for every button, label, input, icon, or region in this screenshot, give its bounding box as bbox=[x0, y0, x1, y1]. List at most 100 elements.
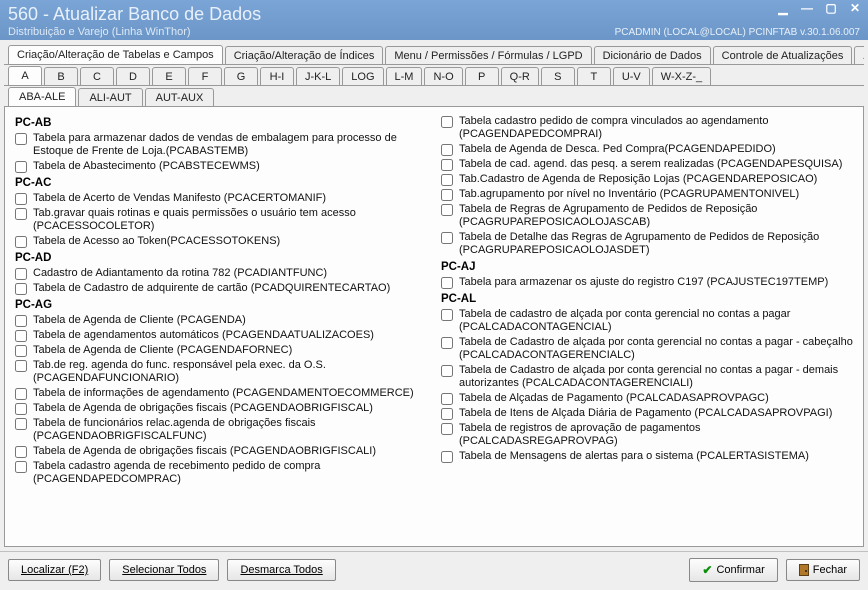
option-label[interactable]: Tabela para armazenar dados de vendas de… bbox=[33, 132, 427, 158]
desmarca-todos-button[interactable]: Desmarca Todos bbox=[227, 559, 335, 581]
option-checkbox[interactable] bbox=[441, 365, 453, 377]
option-checkbox[interactable] bbox=[441, 189, 453, 201]
option-checkbox[interactable] bbox=[15, 330, 27, 342]
option-label[interactable]: Tabela de Abastecimento (PCABSTECEWMS) bbox=[33, 160, 260, 173]
option-label[interactable]: Tab.de reg. agenda do func. responsável … bbox=[33, 359, 427, 385]
option-label[interactable]: Tabela de Detalhe das Regras de Agrupame… bbox=[459, 231, 853, 257]
alpha-tab[interactable]: U-V bbox=[613, 67, 650, 86]
sub-tab[interactable]: ABA-ALE bbox=[8, 87, 76, 107]
sub-tab[interactable]: ALI-AUT bbox=[78, 88, 142, 107]
main-tab[interactable]: Controle de Atualizações bbox=[713, 46, 853, 65]
option-label[interactable]: Tabela para armazenar os ajuste do regis… bbox=[459, 276, 828, 289]
option-checkbox[interactable] bbox=[15, 133, 27, 145]
option-checkbox[interactable] bbox=[441, 116, 453, 128]
alpha-tab[interactable]: N-O bbox=[424, 67, 462, 86]
option-label[interactable]: Tabela de Itens de Alçada Diária de Paga… bbox=[459, 407, 832, 420]
option-checkbox[interactable] bbox=[15, 283, 27, 295]
option-checkbox[interactable] bbox=[15, 193, 27, 205]
alpha-tab[interactable]: Q-R bbox=[501, 67, 539, 86]
option-checkbox[interactable] bbox=[15, 315, 27, 327]
fechar-label: Fechar bbox=[813, 564, 847, 576]
fechar-button[interactable]: Fechar bbox=[786, 559, 860, 581]
option-label[interactable]: Tabela de Cadastro de alçada por conta g… bbox=[459, 336, 853, 362]
option-checkbox[interactable] bbox=[441, 423, 453, 435]
option-label[interactable]: Tabela de Agenda de Cliente (PCAGENDA) bbox=[33, 314, 246, 327]
option-checkbox[interactable] bbox=[441, 393, 453, 405]
option-label[interactable]: Tab.gravar quais rotinas e quais permiss… bbox=[33, 207, 427, 233]
option-checkbox[interactable] bbox=[15, 161, 27, 173]
table-option-row: Tabela de Cadastro de alçada por conta g… bbox=[441, 336, 853, 362]
option-label[interactable]: Tabela de Acesso ao Token(PCACESSOTOKENS… bbox=[33, 235, 280, 248]
option-label[interactable]: Tabela de Agenda de obrigações fiscais (… bbox=[33, 402, 373, 415]
option-checkbox[interactable] bbox=[441, 204, 453, 216]
option-label[interactable]: Tabela de funcionários relac.agenda de o… bbox=[33, 417, 427, 443]
option-label[interactable]: Tab.Cadastro de Agenda de Reposição Loja… bbox=[459, 173, 817, 186]
option-checkbox[interactable] bbox=[15, 461, 27, 473]
option-checkbox[interactable] bbox=[15, 345, 27, 357]
option-label[interactable]: Cadastro de Adiantamento da rotina 782 (… bbox=[33, 267, 327, 280]
alpha-tab[interactable]: J-K-L bbox=[296, 67, 340, 86]
option-checkbox[interactable] bbox=[441, 232, 453, 244]
selecionar-todos-button[interactable]: Selecionar Todos bbox=[109, 559, 219, 581]
main-tab[interactable]: Criação/Alteração de Índices bbox=[225, 46, 384, 65]
option-label[interactable]: Tabela cadastro agenda de recebimento pe… bbox=[33, 460, 427, 486]
option-label[interactable]: Tabela de Mensagens de alertas para o si… bbox=[459, 450, 809, 463]
option-label[interactable]: Tabela de Regras de Agrupamento de Pedid… bbox=[459, 203, 853, 229]
option-label[interactable]: Tabela cadastro pedido de compra vincula… bbox=[459, 115, 853, 141]
option-checkbox[interactable] bbox=[441, 451, 453, 463]
option-label[interactable]: Tabela de Cadastro de adquirente de cart… bbox=[33, 282, 390, 295]
option-checkbox[interactable] bbox=[441, 309, 453, 321]
option-label[interactable]: Tabela de Acerto de Vendas Manifesto (PC… bbox=[33, 192, 326, 205]
minimize-icon[interactable]: ▁ bbox=[774, 2, 792, 16]
option-label[interactable]: Tabela de agendamentos automáticos (PCAG… bbox=[33, 329, 374, 342]
option-checkbox[interactable] bbox=[15, 268, 27, 280]
main-tab[interactable]: Andame bbox=[854, 46, 864, 65]
option-label[interactable]: Tabela de Cadastro de alçada por conta g… bbox=[459, 364, 853, 390]
option-checkbox[interactable] bbox=[15, 236, 27, 248]
alpha-tab[interactable]: S bbox=[541, 67, 575, 86]
option-label[interactable]: Tabela de informações de agendamento (PC… bbox=[33, 387, 414, 400]
maximize-icon[interactable]: ▢ bbox=[822, 2, 840, 16]
main-tab[interactable]: Menu / Permissões / Fórmulas / LGPD bbox=[385, 46, 591, 65]
option-checkbox[interactable] bbox=[15, 388, 27, 400]
alpha-tab[interactable]: H-I bbox=[260, 67, 294, 86]
restore-icon[interactable]: — bbox=[798, 2, 816, 16]
alpha-tab[interactable]: E bbox=[152, 67, 186, 86]
option-label[interactable]: Tabela de cadastro de alçada por conta g… bbox=[459, 308, 853, 334]
option-checkbox[interactable] bbox=[441, 277, 453, 289]
localizar-button[interactable]: Localizar (F2) bbox=[8, 559, 101, 581]
option-checkbox[interactable] bbox=[15, 360, 27, 372]
option-label[interactable]: Tabela de Alçadas de Pagamento (PCALCADA… bbox=[459, 392, 769, 405]
alpha-tab[interactable]: C bbox=[80, 67, 114, 86]
option-label[interactable]: Tabela de registros de aprovação de paga… bbox=[459, 422, 853, 448]
alpha-tab[interactable]: T bbox=[577, 67, 611, 86]
alpha-tab[interactable]: G bbox=[224, 67, 258, 86]
option-checkbox[interactable] bbox=[15, 446, 27, 458]
alpha-tab[interactable]: D bbox=[116, 67, 150, 86]
option-checkbox[interactable] bbox=[441, 159, 453, 171]
alpha-tab[interactable]: L-M bbox=[386, 67, 423, 86]
option-label[interactable]: Tabela de Agenda de Cliente (PCAGENDAFOR… bbox=[33, 344, 292, 357]
option-checkbox[interactable] bbox=[15, 418, 27, 430]
option-label[interactable]: Tabela de Agenda de Desca. Ped Compra(PC… bbox=[459, 143, 776, 156]
option-checkbox[interactable] bbox=[441, 174, 453, 186]
sub-tab[interactable]: AUT-AUX bbox=[145, 88, 215, 107]
alpha-tab[interactable]: W-X-Z-_ bbox=[652, 67, 711, 86]
alpha-tab[interactable]: F bbox=[188, 67, 222, 86]
alpha-tab[interactable]: LOG bbox=[342, 67, 383, 86]
option-label[interactable]: Tab.agrupamento por nível no Inventário … bbox=[459, 188, 799, 201]
main-tab[interactable]: Criação/Alteração de Tabelas e Campos bbox=[8, 45, 223, 65]
option-checkbox[interactable] bbox=[441, 408, 453, 420]
option-label[interactable]: Tabela de Agenda de obrigações fiscais (… bbox=[33, 445, 376, 458]
alpha-tab[interactable]: A bbox=[8, 66, 42, 86]
close-icon[interactable]: ✕ bbox=[846, 2, 864, 16]
main-tab[interactable]: Dicionário de Dados bbox=[594, 46, 711, 65]
alpha-tab[interactable]: P bbox=[465, 67, 499, 86]
option-label[interactable]: Tabela de cad. agend. das pesq. a serem … bbox=[459, 158, 842, 171]
option-checkbox[interactable] bbox=[441, 144, 453, 156]
option-checkbox[interactable] bbox=[441, 337, 453, 349]
option-checkbox[interactable] bbox=[15, 208, 27, 220]
confirmar-button[interactable]: ✔Confirmar bbox=[689, 558, 777, 582]
alpha-tab[interactable]: B bbox=[44, 67, 78, 86]
option-checkbox[interactable] bbox=[15, 403, 27, 415]
